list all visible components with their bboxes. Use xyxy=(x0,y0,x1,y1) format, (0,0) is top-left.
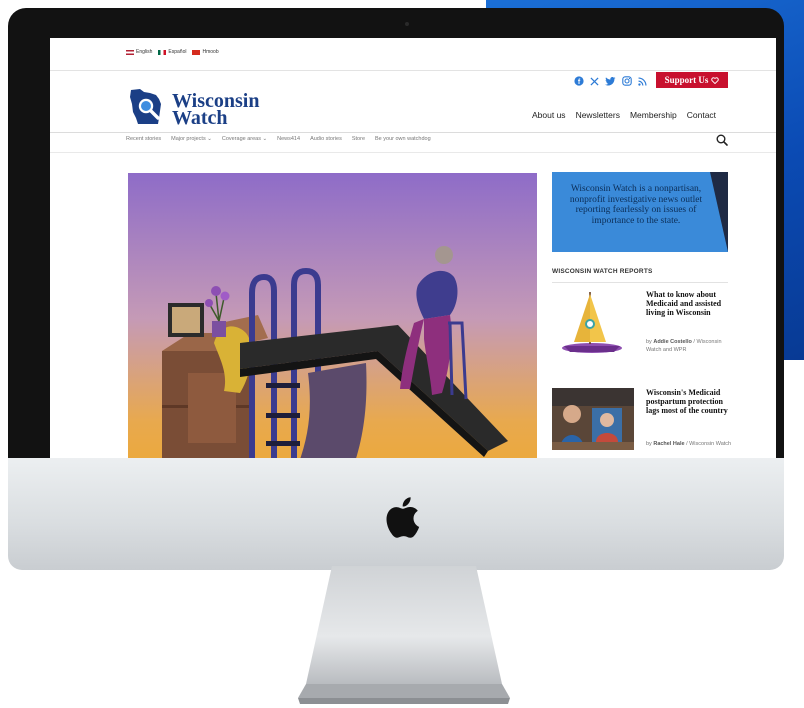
monitor-stand xyxy=(298,566,510,704)
browser-screen: English Español Hmoob f Support Us Wisco… xyxy=(50,38,776,465)
divider xyxy=(50,132,776,133)
byline-outlet: / Wisconsin Watch xyxy=(686,441,732,447)
brand-line-2: Watch xyxy=(172,107,228,129)
search-icon[interactable] xyxy=(715,133,729,147)
chevron-down-icon: ⌄ xyxy=(262,136,268,142)
language-english[interactable]: English xyxy=(126,49,152,55)
nav-about-us[interactable]: About us xyxy=(532,110,566,120)
language-label: Español xyxy=(168,49,187,55)
language-spanish[interactable]: Español xyxy=(158,49,186,55)
promo-text: Wisconsin Watch is a nonpartisan, nonpro… xyxy=(569,184,703,226)
chevron-down-icon: ⌄ xyxy=(207,136,212,142)
support-us-label: Support Us xyxy=(664,75,709,85)
hero-illustration[interactable] xyxy=(128,173,537,465)
nav-coverage-areas[interactable]: Coverage areas ⌄ xyxy=(222,136,267,142)
nav-label: Coverage areas xyxy=(221,136,261,142)
nav-audio-stories[interactable]: Audio stories xyxy=(310,136,342,142)
language-label: English xyxy=(136,49,153,55)
story-title[interactable]: Wisconsin's Medicaid postpartum protecti… xyxy=(646,388,734,416)
nav-major-projects[interactable]: Major projects ⌄ xyxy=(171,136,212,142)
language-selector: English Español Hmoob xyxy=(126,49,219,55)
support-us-button[interactable]: Support Us xyxy=(656,72,728,88)
promo-corner-wedge xyxy=(710,172,728,252)
story-thumbnail[interactable] xyxy=(554,288,636,358)
nav-membership[interactable]: Membership xyxy=(630,110,677,120)
language-label: Hmoob xyxy=(202,49,219,55)
nav-recent-stories[interactable]: Recent stories xyxy=(126,136,161,142)
hmong-flag-icon xyxy=(192,49,201,55)
reports-heading: WISCONSIN WATCH REPORTS xyxy=(552,268,653,275)
divider xyxy=(50,152,776,153)
story-byline: by Rachel Hale / Wisconsin Watch xyxy=(646,440,734,448)
secondary-nav: Recent stories Major projects ⌄ Coverage… xyxy=(126,136,431,142)
us-flag-icon xyxy=(126,49,134,55)
story-thumbnail[interactable] xyxy=(552,388,634,450)
story-byline: by Addie Costello / Wisconsin Watch and … xyxy=(646,338,734,354)
brand-wordmark[interactable]: Wisconsin Watch xyxy=(172,91,259,129)
byline-prefix: by xyxy=(646,339,652,345)
divider xyxy=(50,70,776,71)
instagram-icon[interactable] xyxy=(622,76,632,89)
story-title[interactable]: What to know about Medicaid and assisted… xyxy=(646,290,734,318)
about-promo-banner[interactable]: Wisconsin Watch is a nonpartisan, nonpro… xyxy=(552,172,728,252)
primary-nav: About us Newsletters Membership Contact xyxy=(532,110,716,120)
byline-author[interactable]: Rachel Hale xyxy=(653,441,684,447)
nav-be-your-own-watchdog[interactable]: Be your own watchdog xyxy=(375,136,431,142)
mexico-flag-icon xyxy=(158,49,167,55)
wisconsin-magnifier-logo-icon[interactable] xyxy=(128,86,166,126)
facebook-icon[interactable]: f xyxy=(574,76,584,89)
x-icon[interactable] xyxy=(590,76,599,89)
nav-label: Major projects xyxy=(171,136,206,142)
byline-prefix: by xyxy=(646,441,652,447)
camera-dot xyxy=(405,22,409,26)
social-links: f xyxy=(574,76,647,89)
rss-icon[interactable] xyxy=(638,76,647,89)
divider xyxy=(552,282,728,283)
twitter-icon[interactable] xyxy=(605,76,616,89)
nav-store[interactable]: Store xyxy=(352,136,365,142)
language-hmong[interactable]: Hmoob xyxy=(192,49,219,55)
nav-newsletters[interactable]: Newsletters xyxy=(576,110,620,120)
nav-news414[interactable]: News414 xyxy=(277,136,300,142)
nav-contact[interactable]: Contact xyxy=(687,110,716,120)
byline-author[interactable]: Addie Costello xyxy=(653,339,692,345)
apple-logo-icon xyxy=(386,497,420,538)
monitor-bezel: English Español Hmoob f Support Us Wisco… xyxy=(8,8,784,465)
heart-icon xyxy=(711,76,720,84)
